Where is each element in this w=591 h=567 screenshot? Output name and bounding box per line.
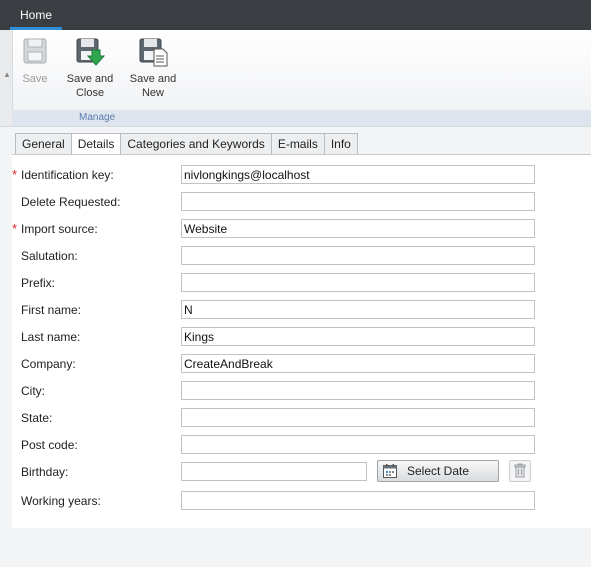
first-name-input[interactable] <box>181 300 535 319</box>
required-asterisk: * <box>12 167 18 182</box>
row-working-years: Working years: <box>12 491 591 511</box>
row-prefix: Prefix: <box>12 273 591 293</box>
save-close-label-line1: Save and <box>66 73 114 85</box>
tab-emails[interactable]: E-mails <box>270 133 325 154</box>
ribbon: ▲ Save Save and Close Save and New Manag… <box>0 30 591 127</box>
row-city: City: <box>12 381 591 401</box>
row-state: State: <box>12 408 591 428</box>
label-delete-requested: Delete Requested: <box>21 195 121 209</box>
tab-home[interactable]: Home <box>10 4 63 30</box>
save-new-label-line2: New <box>141 87 164 99</box>
label-working-years: Working years: <box>21 494 101 508</box>
label-company: Company: <box>21 357 76 371</box>
label-city: City: <box>21 384 45 398</box>
birthday-input[interactable] <box>181 462 367 481</box>
details-form-panel: * Identification key: Delete Requested: … <box>12 154 591 528</box>
row-last-name: Last name: <box>12 327 591 347</box>
label-first-name: First name: <box>21 303 82 317</box>
save-close-icon <box>74 36 106 68</box>
save-and-new-button[interactable]: Save and New <box>126 36 180 100</box>
save-label: Save <box>22 73 48 85</box>
state-input[interactable] <box>181 408 535 427</box>
salutation-input[interactable] <box>181 246 535 265</box>
label-post-code: Post code: <box>21 438 78 452</box>
company-input[interactable] <box>181 354 535 373</box>
label-birthday: Birthday: <box>21 465 69 479</box>
label-state: State: <box>21 411 53 425</box>
required-asterisk: * <box>12 221 18 236</box>
identification-key-input[interactable] <box>181 165 535 184</box>
save-and-close-button[interactable]: Save and Close <box>62 36 118 100</box>
floppy-disk-icon <box>19 36 51 68</box>
working-years-input[interactable] <box>181 491 535 510</box>
trash-icon <box>514 463 526 478</box>
save-close-label-line2: Close <box>75 87 105 99</box>
save-new-icon <box>137 36 169 68</box>
import-source-input[interactable] <box>181 219 535 238</box>
save-new-label-line1: Save and <box>129 73 177 85</box>
manage-group-label: Manage <box>79 112 116 123</box>
row-first-name: First name: <box>12 300 591 320</box>
calendar-icon <box>383 464 397 478</box>
top-bar: Home <box>0 0 591 30</box>
tab-details[interactable]: Details <box>70 133 122 155</box>
select-date-label: Select Date <box>407 464 470 478</box>
clear-date-button[interactable] <box>509 460 531 482</box>
ribbon-group-manage: Manage <box>12 110 591 126</box>
row-import-source: * Import source: <box>12 219 591 239</box>
label-salutation: Salutation: <box>21 249 78 263</box>
row-identification-key: * Identification key: <box>12 165 591 185</box>
tab-info[interactable]: Info <box>323 133 358 154</box>
label-prefix: Prefix: <box>21 276 56 290</box>
label-import-source: Import source: <box>21 222 98 236</box>
row-post-code: Post code: <box>12 435 591 455</box>
select-date-button[interactable]: Select Date <box>377 460 499 482</box>
city-input[interactable] <box>181 381 535 400</box>
tab-strip: General Details Categories and Keywords … <box>15 133 358 155</box>
caret-up-icon: ▲ <box>3 70 11 79</box>
row-delete-requested: Delete Requested: <box>12 192 591 212</box>
row-company: Company: <box>12 354 591 374</box>
row-salutation: Salutation: <box>12 246 591 266</box>
label-last-name: Last name: <box>21 330 81 344</box>
post-code-input[interactable] <box>181 435 535 454</box>
last-name-input[interactable] <box>181 327 535 346</box>
delete-requested-input[interactable] <box>181 192 535 211</box>
prefix-input[interactable] <box>181 273 535 292</box>
save-button[interactable]: Save <box>18 36 52 86</box>
tab-categories-keywords[interactable]: Categories and Keywords <box>120 133 272 154</box>
tab-general[interactable]: General <box>15 133 72 154</box>
label-identification-key: Identification key: <box>21 168 114 182</box>
row-birthday: Birthday: Select Date <box>12 460 591 482</box>
